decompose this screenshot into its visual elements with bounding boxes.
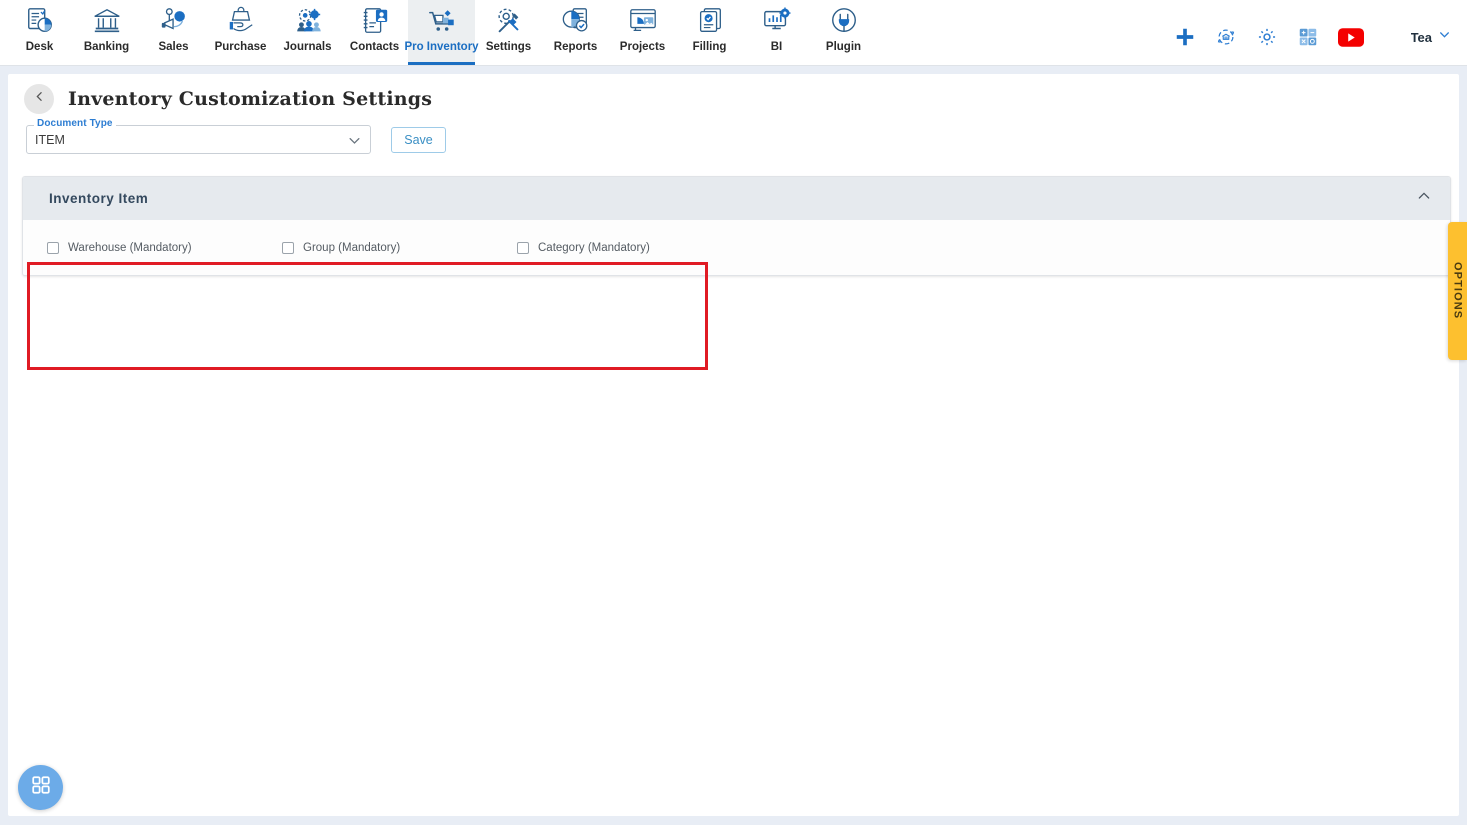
- options-side-tab[interactable]: OPTIONS: [1448, 222, 1467, 360]
- nav-item-label: Plugin: [825, 41, 862, 53]
- checkbox-group[interactable]: Group (Mandatory): [282, 241, 517, 254]
- gear-settings-icon[interactable]: [1256, 26, 1278, 48]
- inventory-item-card-body: Warehouse (Mandatory) Group (Mandatory) Ca…: [23, 220, 1450, 275]
- checkbox-warehouse[interactable]: Warehouse (Mandatory): [47, 241, 282, 254]
- settings-tools-icon: [494, 5, 524, 37]
- chevron-down-icon: [1438, 28, 1451, 46]
- nav-item-label: Purchase: [214, 41, 267, 53]
- desk-chart-icon: [25, 5, 55, 37]
- nav-item-settings[interactable]: Settings: [475, 0, 542, 65]
- document-type-label: Document Type: [34, 118, 116, 129]
- nav-item-label: Journals: [283, 41, 332, 53]
- nav-item-label: BI: [770, 41, 783, 53]
- nav-item-bi[interactable]: BI: [743, 0, 810, 65]
- inventory-item-card-wrapper: Inventory Item Warehouse (Mandatory) Grou…: [8, 154, 1459, 276]
- reports-pie-doc-icon: [561, 5, 591, 37]
- checkbox-box[interactable]: [282, 241, 294, 254]
- bi-monitor-icon: [762, 5, 792, 37]
- page-title: Inventory Customization Settings: [68, 88, 433, 110]
- nav-item-label: Filling: [692, 41, 727, 53]
- nav-item-projects[interactable]: Projects: [609, 0, 676, 65]
- options-side-tab-label: OPTIONS: [1451, 262, 1464, 320]
- nav-item-label: Reports: [553, 41, 598, 53]
- top-navigation-bar: Desk Banking Sales Purchase Journals Con…: [0, 0, 1467, 66]
- nav-item-label: Projects: [619, 41, 666, 53]
- checkbox-category[interactable]: Category (Mandatory): [517, 241, 752, 254]
- bank-building-icon: [92, 5, 122, 37]
- document-type-value: ITEM: [35, 132, 65, 147]
- purchase-hand-bag-icon: [226, 5, 256, 37]
- grid-apps-icon: [30, 774, 52, 801]
- nav-item-banking[interactable]: Banking: [73, 0, 140, 65]
- chevron-down-icon: [347, 133, 362, 153]
- page-background: Inventory Customization Settings Documen…: [0, 66, 1467, 825]
- checkbox-box[interactable]: [517, 241, 529, 254]
- bank-sync-icon[interactable]: [1215, 26, 1237, 48]
- chevron-up-icon[interactable]: [1416, 188, 1432, 209]
- save-button[interactable]: Save: [391, 126, 446, 153]
- nav-item-contacts[interactable]: Contacts: [341, 0, 408, 65]
- filling-docs-icon: [695, 5, 725, 37]
- user-menu[interactable]: Tea: [1411, 28, 1451, 46]
- apps-grid-fab-button[interactable]: [18, 765, 63, 810]
- nav-item-purchase[interactable]: Purchase: [207, 0, 274, 65]
- nav-item-desk[interactable]: Desk: [6, 0, 73, 65]
- nav-item-plugin[interactable]: Plugin: [810, 0, 877, 65]
- document-type-form-row: Document Type ITEM Save: [8, 114, 1459, 154]
- nav-right-actions: Tea: [1174, 26, 1467, 65]
- back-button[interactable]: [24, 84, 54, 114]
- user-name: Tea: [1410, 29, 1432, 45]
- nav-item-sales[interactable]: Sales: [140, 0, 207, 65]
- page-header: Inventory Customization Settings: [8, 74, 1459, 114]
- calculator-icon[interactable]: [1297, 26, 1319, 48]
- youtube-icon[interactable]: [1337, 27, 1364, 47]
- nav-item-label: Pro Inventory: [404, 41, 479, 53]
- nav-item-label: Sales: [158, 41, 189, 53]
- add-plus-icon[interactable]: [1174, 26, 1196, 48]
- inventory-cart-icon: [427, 5, 457, 37]
- checkbox-label: Category (Mandatory): [538, 241, 650, 254]
- projects-board-icon: [628, 5, 658, 37]
- inventory-item-card: Inventory Item Warehouse (Mandatory) Grou…: [22, 176, 1451, 276]
- nav-item-journals[interactable]: Journals: [274, 0, 341, 65]
- document-type-select[interactable]: Document Type ITEM: [26, 118, 371, 154]
- nav-item-filling[interactable]: Filling: [676, 0, 743, 65]
- plugin-plug-icon: [829, 5, 859, 37]
- nav-item-label: Contacts: [349, 41, 400, 53]
- nav-item-label: Desk: [25, 41, 54, 53]
- journals-gear-people-icon: [293, 5, 323, 37]
- nav-item-label: Settings: [485, 41, 532, 53]
- inventory-item-card-header[interactable]: Inventory Item: [23, 177, 1450, 220]
- annotation-highlight-box: [27, 262, 708, 370]
- inventory-item-card-title: Inventory Item: [49, 191, 149, 206]
- nav-item-reports[interactable]: Reports: [542, 0, 609, 65]
- contacts-book-icon: [360, 5, 390, 37]
- checkbox-label: Group (Mandatory): [303, 241, 401, 254]
- nav-items-container: Desk Banking Sales Purchase Journals Con…: [0, 0, 877, 65]
- nav-item-pro-inventory[interactable]: Pro Inventory: [404, 0, 479, 65]
- nav-item-label: Banking: [83, 41, 130, 53]
- chevron-left-icon: [33, 90, 46, 108]
- megaphone-sales-icon: [159, 5, 189, 37]
- checkbox-box[interactable]: [47, 241, 59, 254]
- checkbox-label: Warehouse (Mandatory): [68, 241, 192, 254]
- content-panel: Inventory Customization Settings Documen…: [8, 74, 1459, 816]
